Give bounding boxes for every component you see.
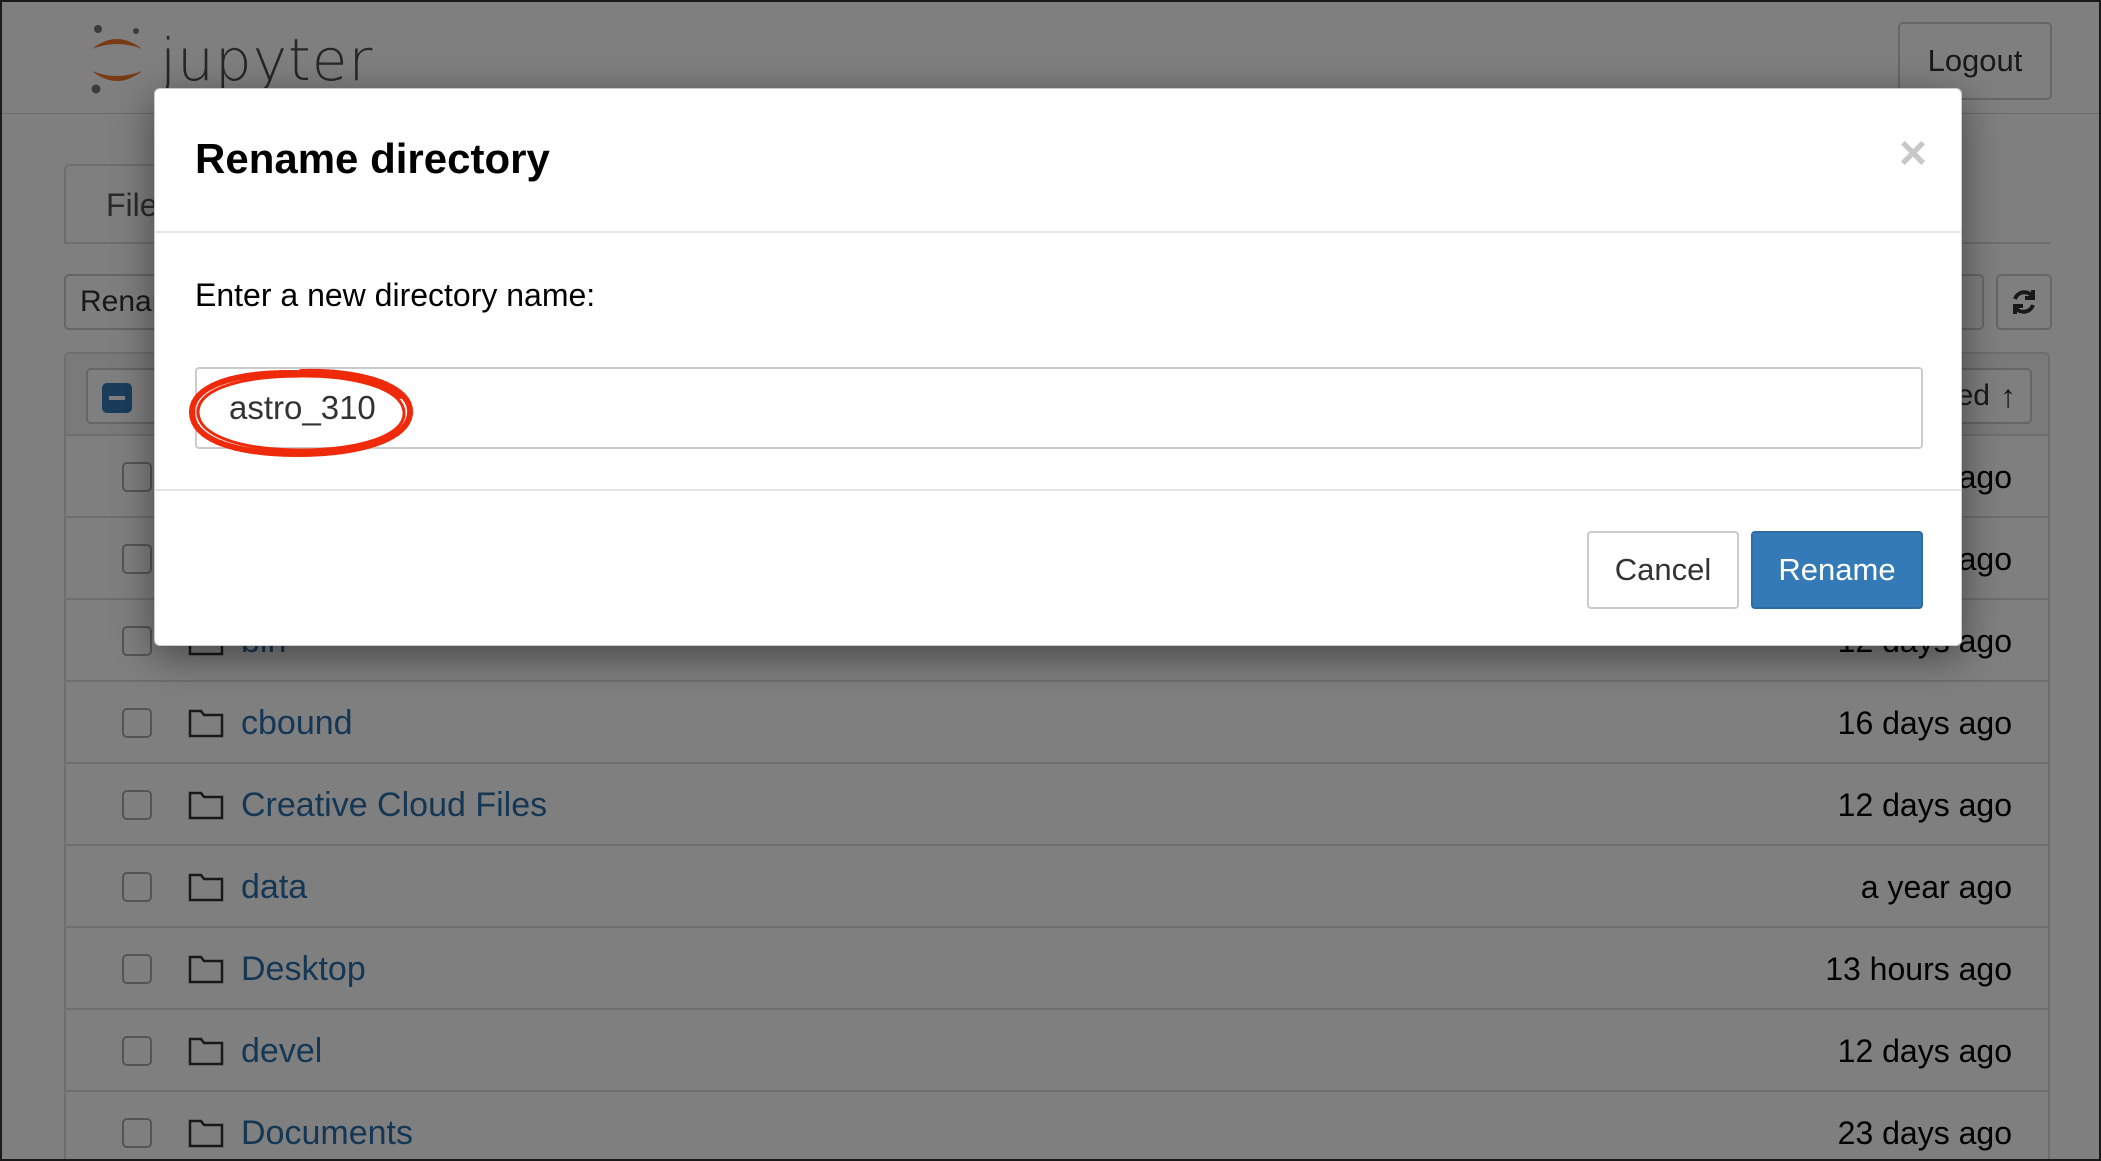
dialog-footer-divider: [155, 489, 1961, 491]
rename-button[interactable]: Rename: [1751, 531, 1923, 609]
jupyter-window: jupyter Logout Files Rename ▼ L: [0, 0, 2101, 1161]
dialog-title: Rename directory: [195, 135, 550, 182]
dialog-header: Rename directory ×: [155, 89, 1961, 233]
directory-name-input[interactable]: [195, 367, 1923, 449]
cancel-button[interactable]: Cancel: [1587, 531, 1739, 609]
close-icon[interactable]: ×: [1893, 129, 1933, 179]
rename-directory-dialog: Rename directory × Enter a new directory…: [154, 88, 1962, 646]
directory-name-prompt: Enter a new directory name:: [195, 277, 596, 313]
